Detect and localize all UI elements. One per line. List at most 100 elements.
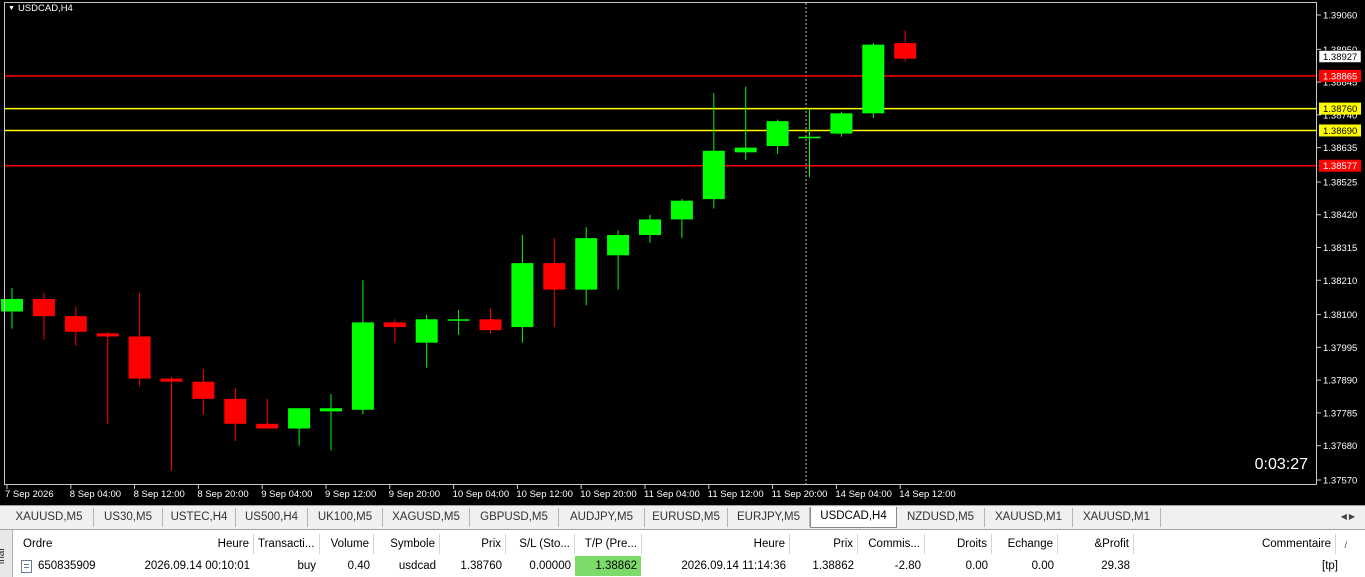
column-header[interactable]: Droits bbox=[925, 534, 992, 554]
time-tick-label: 11 Sep 20:00 bbox=[772, 489, 828, 500]
bullish-candle[interactable] bbox=[320, 408, 342, 412]
price-tick-label: 1.37890 bbox=[1323, 376, 1357, 387]
price-line-label: 1.38865 bbox=[1323, 71, 1357, 82]
price-line-label: 1.38577 bbox=[1323, 161, 1357, 172]
bullish-candle[interactable] bbox=[766, 121, 789, 147]
chart-tab[interactable]: GBPUSD,M5 bbox=[470, 508, 559, 527]
chart-area[interactable]: 1.390601.389501.388451.387401.386351.385… bbox=[0, 0, 1365, 505]
bearish-candle[interactable] bbox=[479, 319, 502, 331]
chart-tab[interactable]: XAUUSD,M1 bbox=[985, 508, 1073, 527]
bearish-candle[interactable] bbox=[160, 378, 183, 382]
table-cell: -2.80 bbox=[894, 560, 921, 572]
bullish-candle[interactable] bbox=[670, 200, 693, 220]
bullish-candle[interactable] bbox=[798, 136, 821, 139]
bullish-candle[interactable] bbox=[575, 238, 598, 290]
bearish-candle[interactable] bbox=[64, 316, 87, 332]
column-header[interactable]: Heure bbox=[642, 534, 790, 554]
price-tick-label: 1.39060 bbox=[1323, 11, 1357, 22]
bullish-candle[interactable] bbox=[415, 319, 438, 343]
bullish-candle[interactable] bbox=[607, 235, 630, 256]
chart-tab[interactable]: EURUSD,M5 bbox=[645, 508, 728, 527]
column-header[interactable]: Commis... bbox=[858, 534, 925, 554]
bearish-candle[interactable] bbox=[96, 333, 119, 337]
bearish-candle[interactable] bbox=[543, 263, 566, 290]
chart-title[interactable]: ▼ USDCAD,H4 bbox=[8, 3, 73, 14]
time-tick-label: 14 Sep 04:00 bbox=[835, 489, 892, 500]
time-tick-label: 11 Sep 04:00 bbox=[644, 489, 700, 500]
column-sort-icon[interactable]: / bbox=[1344, 540, 1347, 550]
time-tick-label: 10 Sep 20:00 bbox=[580, 489, 637, 500]
column-header[interactable]: Transacti... bbox=[254, 534, 320, 554]
bullish-candle[interactable] bbox=[862, 44, 885, 114]
chart-tab[interactable]: USDCAD,H4 bbox=[810, 507, 897, 528]
bearish-candle[interactable] bbox=[32, 298, 55, 317]
column-header[interactable]: Commentaire bbox=[1134, 534, 1336, 554]
time-tick-label: 7 Sep 2026 bbox=[5, 489, 54, 500]
bullish-candle[interactable] bbox=[1, 298, 23, 312]
price-tick-label: 1.38635 bbox=[1323, 143, 1357, 154]
chart-tab[interactable]: USTEC,H4 bbox=[163, 508, 236, 527]
table-cell: 2026.09.14 11:14:36 bbox=[681, 560, 786, 572]
chart-tab[interactable]: XAGUSD,M5 bbox=[383, 508, 470, 527]
table-cell: usdcad bbox=[398, 560, 436, 572]
current-price-label: 1.38927 bbox=[1323, 52, 1357, 63]
column-header[interactable]: Volume bbox=[320, 534, 374, 554]
bearish-candle[interactable] bbox=[256, 423, 279, 429]
table-cell: 29.38 bbox=[1101, 560, 1130, 572]
price-tick-label: 1.38420 bbox=[1323, 210, 1357, 221]
time-tick-label: 10 Sep 04:00 bbox=[453, 489, 510, 500]
bullish-candle[interactable] bbox=[511, 263, 534, 328]
column-header[interactable]: S/L (Sto... bbox=[506, 534, 575, 554]
chart-tab[interactable]: XAUUSD,M5 bbox=[5, 508, 94, 527]
bearish-candle[interactable] bbox=[894, 43, 917, 59]
bearish-candle[interactable] bbox=[192, 381, 215, 399]
chart-tab[interactable]: US500,H4 bbox=[236, 508, 308, 527]
bullish-candle[interactable] bbox=[639, 219, 661, 236]
bullish-candle[interactable] bbox=[288, 408, 311, 429]
chart-tab[interactable]: EURJPY,M5 bbox=[728, 508, 810, 527]
time-tick-label: 8 Sep 04:00 bbox=[70, 489, 121, 500]
time-tick-label: 9 Sep 20:00 bbox=[389, 489, 440, 500]
table-cell: 0.00 bbox=[1031, 560, 1054, 572]
price-line-label: 1.38760 bbox=[1323, 104, 1357, 115]
column-header[interactable]: Echange bbox=[992, 534, 1058, 554]
chart-tab[interactable]: UK100,M5 bbox=[308, 508, 383, 527]
table-cell: buy bbox=[297, 560, 316, 572]
chart-symbol-label: USDCAD,H4 bbox=[17, 3, 73, 14]
table-cell: 1.38760 bbox=[460, 560, 502, 572]
candle-timer: 0:03:27 bbox=[1254, 456, 1308, 473]
order-document-icon bbox=[21, 560, 32, 573]
chart-tab[interactable]: XAUUSD,M1 bbox=[1073, 508, 1161, 527]
price-tick-label: 1.37570 bbox=[1323, 476, 1357, 487]
dropdown-triangle-icon[interactable]: ▼ bbox=[8, 5, 15, 12]
price-tick-label: 1.37995 bbox=[1323, 343, 1357, 354]
terminal-side-label[interactable]: inal bbox=[0, 530, 13, 577]
bearish-candle[interactable] bbox=[128, 336, 151, 379]
column-header[interactable]: T/P (Pre... bbox=[575, 534, 642, 554]
price-tick-label: 1.38315 bbox=[1323, 243, 1357, 254]
bullish-candle[interactable] bbox=[447, 319, 470, 321]
column-header[interactable]: Prix bbox=[790, 534, 858, 554]
chart-tab[interactable]: US30,M5 bbox=[94, 508, 163, 527]
column-header[interactable]: Heure bbox=[140, 534, 254, 554]
chart-tab[interactable]: NZDUSD,M5 bbox=[897, 508, 985, 527]
chart-tab[interactable]: AUDJPY,M5 bbox=[559, 508, 645, 527]
table-cell: 1.38862 bbox=[812, 560, 854, 572]
bullish-candle[interactable] bbox=[702, 150, 725, 200]
price-tick-label: 1.38525 bbox=[1323, 177, 1357, 188]
bearish-candle[interactable] bbox=[383, 322, 406, 328]
time-tick-label: 8 Sep 20:00 bbox=[197, 489, 248, 500]
column-header[interactable]: &Profit bbox=[1058, 534, 1134, 554]
bullish-candle[interactable] bbox=[351, 322, 374, 410]
price-chart[interactable]: 1.390601.389501.388451.387401.386351.385… bbox=[0, 0, 1365, 505]
terminal-panel: inal Ordre Heure Transacti... Volume Symbole… bbox=[0, 529, 1365, 577]
time-tick-label: 9 Sep 12:00 bbox=[325, 489, 376, 500]
time-tick-label: 10 Sep 12:00 bbox=[516, 489, 573, 500]
column-header[interactable]: Symbole bbox=[374, 534, 440, 554]
bullish-candle[interactable] bbox=[830, 113, 853, 134]
bullish-candle[interactable] bbox=[734, 147, 757, 153]
tab-scroll-arrows-icon[interactable]: ◀▶ bbox=[1341, 512, 1357, 521]
table-cell: 0.00000 bbox=[529, 560, 571, 572]
bearish-candle[interactable] bbox=[224, 398, 247, 424]
column-header[interactable]: Prix bbox=[440, 534, 506, 554]
